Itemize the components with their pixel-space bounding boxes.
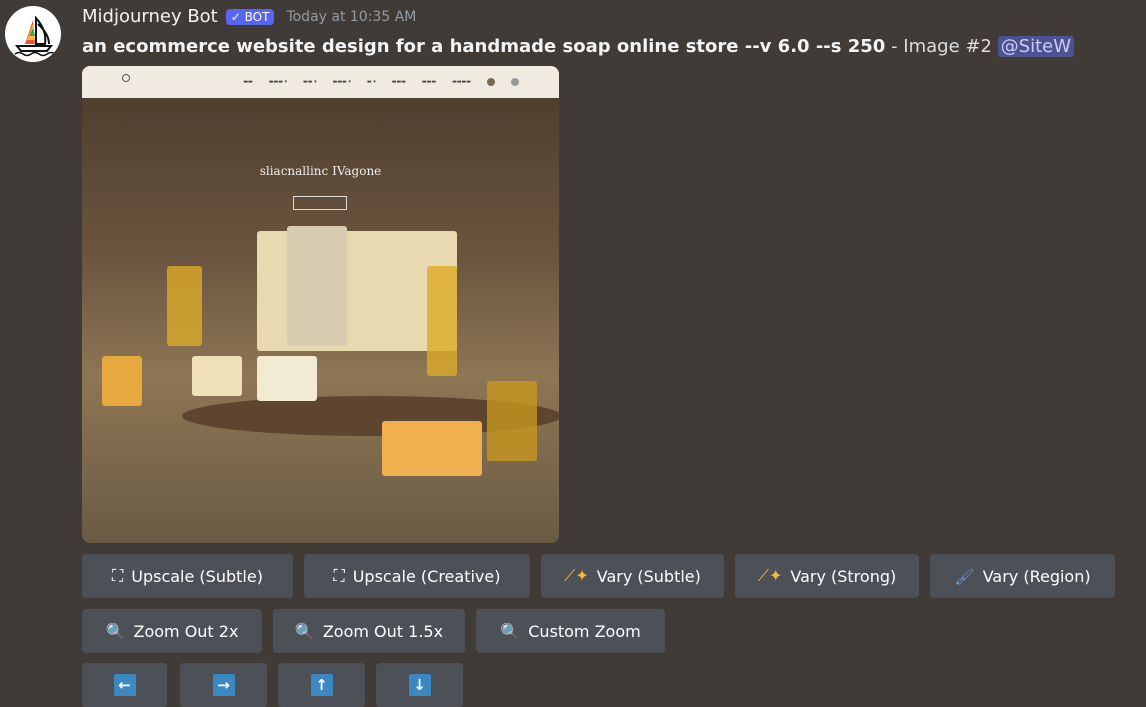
paintbrush-icon: 🖌: [954, 566, 975, 586]
image-hero-title: sliacnallinc IVagone: [259, 164, 382, 178]
image-number: - Image #2: [885, 36, 998, 57]
oil-jar: [167, 266, 202, 346]
soap-cube: [382, 421, 482, 476]
pan-right-button[interactable]: →: [180, 663, 267, 707]
image-cta: [293, 196, 347, 210]
check-icon: ✓: [230, 9, 241, 24]
author-name[interactable]: Midjourney Bot: [82, 6, 218, 27]
message-content: an ecommerce website design for a handma…: [82, 36, 1074, 57]
magic-wand-icon: ⟋✦: [564, 566, 589, 585]
magnifier-icon: 🔍: [105, 621, 126, 641]
zoom-out-1-5x-button[interactable]: 🔍 Zoom Out 1.5x: [273, 609, 465, 653]
image-nav-bar: ▬▬ ▬▬▬ ▾ ▬▬ ▾ ▬▬▬ ▾ ▬ ▾ ▬▬▬ ▬▬▬ ▬▬▬▬: [82, 66, 559, 98]
message-header: Midjourney Bot ✓ BOT Today at 10:35 AM: [82, 6, 416, 27]
vary-region-button[interactable]: 🖌 Vary (Region): [930, 554, 1115, 598]
avatar[interactable]: [5, 6, 61, 62]
arrow-up-icon: ↑: [310, 674, 333, 696]
arrow-right-icon: →: [212, 674, 235, 696]
zoom-out-2x-button[interactable]: 🔍 Zoom Out 2x: [82, 609, 262, 653]
user-mention[interactable]: @SiteW: [997, 36, 1074, 57]
oil-jar: [427, 266, 457, 376]
sailboat-logo-icon: [14, 15, 56, 57]
prompt-text: an ecommerce website design for a handma…: [82, 36, 886, 57]
arrow-down-icon: ↓: [408, 674, 431, 696]
oil-jar: [487, 381, 537, 461]
image-logo: [122, 74, 130, 82]
generated-image[interactable]: ▬▬ ▬▬▬ ▾ ▬▬ ▾ ▬▬▬ ▾ ▬ ▾ ▬▬▬ ▬▬▬ ▬▬▬▬ sliacnalli…: [82, 66, 559, 543]
arrow-left-icon: ←: [113, 674, 136, 696]
vary-subtle-button[interactable]: ⟋✦ Vary (Subtle): [541, 554, 724, 598]
magnifier-icon: 🔍: [500, 621, 521, 641]
bot-badge: ✓ BOT: [225, 8, 275, 25]
timestamp: Today at 10:35 AM: [286, 8, 417, 25]
magic-wand-icon: ⟋✦: [757, 566, 783, 585]
upscale-creative-button[interactable]: ⛶ Upscale (Creative): [304, 554, 530, 598]
expand-icon: ⛶: [112, 566, 124, 585]
soap-cube: [192, 356, 242, 396]
upscale-subtle-button[interactable]: ⛶ Upscale (Subtle): [82, 554, 293, 598]
vary-strong-button[interactable]: ⟋✦ Vary (Strong): [735, 554, 919, 598]
expand-icon: ⛶: [333, 566, 345, 585]
pan-left-button[interactable]: ←: [82, 663, 167, 707]
soap-cube: [257, 356, 317, 401]
pan-down-button[interactable]: ↓: [376, 663, 463, 707]
magnifier-icon: 🔍: [294, 621, 315, 641]
soap-cube: [102, 356, 142, 406]
soap-label: [287, 226, 347, 346]
custom-zoom-button[interactable]: 🔍 Custom Zoom: [476, 609, 665, 653]
pan-up-button[interactable]: ↑: [278, 663, 365, 707]
